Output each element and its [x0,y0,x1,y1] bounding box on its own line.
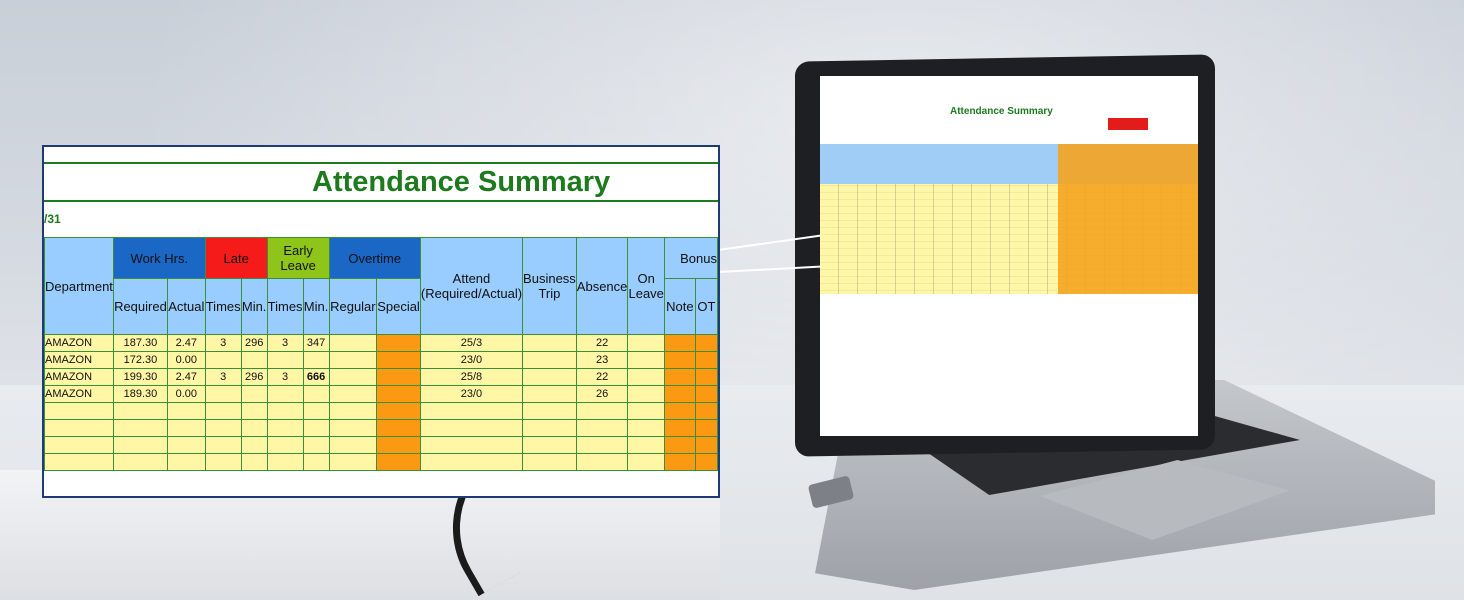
header-note[interactable]: Note [664,278,696,335]
sheet-title: Attendance Summary [312,166,611,198]
header-work-hrs[interactable]: Work Hrs. [112,237,206,279]
cell-dept[interactable]: AMAZON [44,368,114,386]
header-late-min[interactable]: Min. [240,278,268,335]
zoomed-spreadsheet: Attendance Summary /31 Department Work H… [42,145,720,498]
cell-late-min[interactable]: 296 [240,334,268,352]
header-department[interactable]: Department [44,237,114,335]
header-late[interactable]: Late [204,237,268,279]
cell-regular[interactable] [328,368,378,386]
header-regular[interactable]: Regular [328,278,378,335]
cell-note[interactable] [664,351,696,369]
header-overtime[interactable]: Overtime [328,237,421,279]
cell-on-leave[interactable] [627,351,666,369]
cell-special[interactable] [376,368,421,386]
cell-early-times[interactable] [266,351,304,369]
cell-attend[interactable]: 23/0 [419,351,524,369]
cell-late-times[interactable]: 3 [204,334,242,352]
cell-absence[interactable]: 22 [575,334,629,352]
cell-ot[interactable] [694,351,718,369]
cell-actual[interactable]: 2.47 [166,334,206,352]
header-attend[interactable]: Attend (Required/Actual) [419,237,524,335]
cell-note[interactable] [664,385,696,403]
cell-regular[interactable] [328,334,378,352]
title-row: Attendance Summary [44,162,718,202]
cell-early-times[interactable] [266,385,304,403]
cell-absence[interactable]: 26 [575,385,629,403]
mini-orange-columns [1058,144,1198,294]
cell-early-times[interactable]: 3 [266,368,304,386]
cell-absence[interactable]: 22 [575,368,629,386]
cell-on-leave[interactable] [627,368,666,386]
cell-attend[interactable]: 25/8 [419,368,524,386]
table-row[interactable]: AMAZON 189.30 0.00 23/0 26 [44,385,718,403]
cell-late-min[interactable]: 296 [240,368,268,386]
cell-required[interactable]: 189.30 [112,385,168,403]
cell-regular[interactable] [328,385,378,403]
cell-business-trip[interactable] [522,368,577,386]
header-business-trip[interactable]: Business Trip [522,237,577,335]
cell-actual[interactable]: 0.00 [166,351,206,369]
header-on-leave[interactable]: On Leave [627,237,666,335]
cell-business-trip[interactable] [522,385,577,403]
cell-regular[interactable] [328,351,378,369]
cell-early-min[interactable]: 666 [302,368,330,386]
table-row-empty[interactable] [44,453,718,471]
cell-dept[interactable]: AMAZON [44,385,114,403]
cell-early-times[interactable]: 3 [266,334,304,352]
cell-dept[interactable]: AMAZON [44,351,114,369]
table-row-empty[interactable] [44,419,718,437]
cell-on-leave[interactable] [627,385,666,403]
cell-late-times[interactable] [204,351,242,369]
cell-attend[interactable]: 23/0 [419,385,524,403]
mini-deduction-header [1108,118,1148,130]
header-ot[interactable]: OT [694,278,718,335]
header-late-times[interactable]: Times [204,278,242,335]
header-actual[interactable]: Actual [166,278,206,335]
cell-late-times[interactable] [204,385,242,403]
cell-late-min[interactable] [240,351,268,369]
cell-actual[interactable]: 0.00 [166,385,206,403]
header-bonus[interactable]: Bonus [664,237,718,279]
cell-absence[interactable]: 23 [575,351,629,369]
cell-ot[interactable] [694,385,718,403]
table-row[interactable]: AMAZON 187.30 2.47 3 296 3 347 25/3 22 [44,334,718,352]
table-row-empty[interactable] [44,436,718,454]
cell-dept[interactable]: AMAZON [44,334,114,352]
cell-ot[interactable] [694,334,718,352]
cell-required[interactable]: 172.30 [112,351,168,369]
table-row[interactable]: AMAZON 172.30 0.00 23/0 23 [44,351,718,369]
header-special[interactable]: Special [376,278,421,335]
cell-late-times[interactable]: 3 [204,368,242,386]
cell-ot[interactable] [694,368,718,386]
header-required[interactable]: Required [112,278,168,335]
mini-sheet-title: Attendance Summary [950,106,1053,117]
attendance-table: Department Work Hrs. Late Early Leave Ov… [44,237,718,471]
cell-required[interactable]: 199.30 [112,368,168,386]
header-absence[interactable]: Absence [575,237,629,335]
cell-actual[interactable]: 2.47 [166,368,206,386]
header-early-times[interactable]: Times [266,278,304,335]
cell-early-min[interactable]: 347 [302,334,330,352]
table-row[interactable]: AMAZON 199.30 2.47 3 296 3 666 25/8 22 [44,368,718,386]
cell-special[interactable] [376,334,421,352]
cell-special[interactable] [376,385,421,403]
cell-business-trip[interactable] [522,334,577,352]
cell-required[interactable]: 187.30 [112,334,168,352]
cell-note[interactable] [664,368,696,386]
table-row-empty[interactable] [44,402,718,420]
cell-late-min[interactable] [240,385,268,403]
header-early-leave[interactable]: Early Leave [266,237,330,279]
cell-special[interactable] [376,351,421,369]
period-label: /31 [44,212,61,226]
cell-early-min[interactable] [302,351,330,369]
cell-early-min[interactable] [302,385,330,403]
laptop-screen: Attendance Summary [820,76,1198,436]
header-early-min[interactable]: Min. [302,278,330,335]
cell-attend[interactable]: 25/3 [419,334,524,352]
cell-on-leave[interactable] [627,334,666,352]
cell-business-trip[interactable] [522,351,577,369]
cell-note[interactable] [664,334,696,352]
